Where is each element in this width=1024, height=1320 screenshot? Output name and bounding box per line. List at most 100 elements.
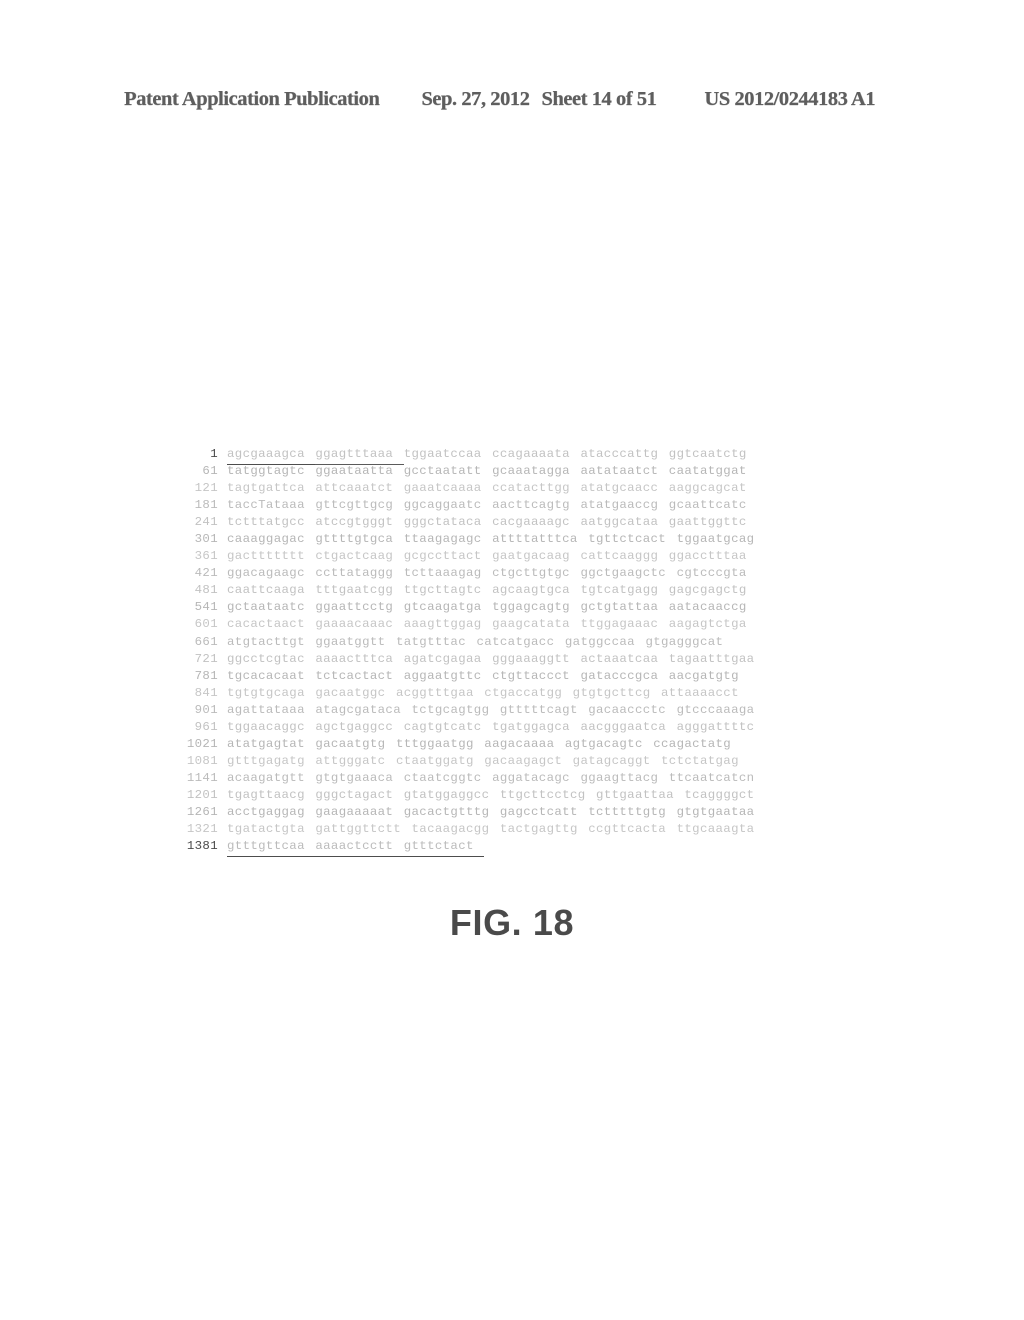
sequence-line-number: 721	[194, 651, 218, 666]
sequence-column: tgatggagca	[492, 719, 570, 734]
sequence-line-columns: atgtacttgt ggaatggtt tatgtttac catcatgacc ga…	[227, 634, 842, 651]
sequence-line-number: 181	[194, 498, 218, 513]
sequence-column: tttggaatgg	[395, 736, 474, 751]
sequence-line: 541 gctaataatc ggaattcctg gtcaagatga tggagca…	[182, 599, 842, 616]
sequence-column: cacactaact	[227, 617, 305, 632]
sequence-line-number: 1021	[186, 736, 218, 751]
sequence-column: ttggagaaac	[580, 617, 659, 632]
sequence-column: ggaatggtt	[315, 634, 386, 649]
sequence-column: gttcgttgcg	[315, 498, 394, 513]
sequence-line-columns: cacactaact gaaaacaaac aaagttggag gaagcatata…	[227, 616, 842, 633]
sequence-column: gtcccaaaga	[676, 702, 755, 717]
sequence-column: gacttttttt	[227, 549, 305, 564]
publication-header: Patent Application Publication Sep. 27, …	[124, 88, 900, 118]
sequence-column: tggaatgcag	[676, 532, 755, 547]
sequence-column: tctttttgtg	[588, 804, 667, 819]
sequence-column: tctgcagtgg	[411, 702, 490, 717]
sequence-column: aaaactttca	[315, 651, 394, 666]
sequence-line: 1381 gtttgttcaa aaaactcctt gtttctact	[182, 838, 842, 857]
sequence-column: ccgttcacta	[588, 822, 667, 837]
sequence-column: aggaatgttc	[403, 668, 482, 683]
sequence-column: ggtcaatctg	[668, 447, 747, 461]
sequence-line-number: 61	[202, 464, 218, 479]
sequence-line-columns: acctgaggag gaagaaaaat gacactgtttg gagcctcat…	[227, 804, 842, 821]
sequence-line-columns: tagtgattca attcaaatct gaaatcaaaa ccatacttgg…	[227, 480, 842, 497]
sequence-column: ggaagttacg	[580, 770, 659, 785]
sequence-line-columns: agcgaaagca ggagtttaaa tggaatccaa ccagaaaata…	[227, 446, 842, 465]
sequence-line-number: 421	[194, 566, 218, 581]
sequence-line-number: 241	[194, 515, 218, 530]
sequence-column: ctgcttgtgc	[492, 566, 570, 581]
sequence-column: gtgtgaaaca	[315, 770, 394, 785]
sequence-column: ggctgaagctc	[580, 566, 667, 581]
sequence-column: gtcaagatga	[403, 600, 482, 615]
sequence-line-number: 781	[194, 668, 218, 683]
sequence-line: 661 atgtacttgt ggaatggtt tatgtttac catcatgac…	[182, 634, 842, 651]
sequence-column: ctaatggatg	[395, 753, 474, 768]
sequence-column: ttcaatcatcn	[668, 770, 755, 785]
sequence-column: gaagcatata	[492, 617, 570, 632]
sequence-column: aggatacagc	[492, 770, 570, 785]
sequence-column: attaaaacct	[661, 685, 739, 700]
sequence-column: gcctaatatt	[403, 464, 482, 479]
sequence-column: agattataaa	[227, 702, 305, 717]
sequence-column: tcttaaagag	[403, 566, 482, 581]
sequence-column: ggcaggaatc	[403, 498, 482, 513]
sequence-line-number: 1321	[186, 822, 218, 837]
sequence-column: gacaatgtg	[315, 736, 386, 751]
sequence-column: catcatgacc	[476, 634, 555, 649]
sequence-column: gttgaattaa	[596, 787, 674, 802]
sequence-line-columns: taccTataaa gttcgttgcg ggcaggaatc aacttcagtg…	[227, 497, 842, 514]
sequence-line-number: 1261	[186, 804, 218, 819]
sequence-column: gacaaccctc	[588, 702, 667, 717]
sequence-line-number: 481	[194, 583, 218, 598]
sequence-line: 901 agattataaa atagcgataca tctgcagtgg gttttt…	[182, 702, 842, 719]
header-publication-title: Patent Application Publication	[124, 88, 380, 110]
sequence-column: ggacctttaa	[668, 549, 747, 564]
sequence-line: 301 caaaggagac gttttgtgca ttaagagagc attttat…	[182, 531, 842, 548]
sequence-line: 181 taccTataaa gttcgttgcg ggcaggaatc aacttca…	[182, 497, 842, 514]
sequence-column: ctgactcaag	[315, 549, 394, 564]
figure-caption: FIG. 18	[449, 902, 575, 943]
sequence-line: 121 tagtgattca attcaaatct gaaatcaaaa ccatact…	[182, 480, 842, 497]
sequence-line: 961 tggaacaggc agctgaggcc cagtgtcatc tgatgga…	[182, 719, 842, 736]
sequence-column: gagcctcatt	[499, 804, 578, 819]
sequence-line: 1021 atatgagtat gacaatgtg tttggaatgg aagacaa…	[182, 736, 842, 753]
sequence-column: gacaatggc	[315, 685, 386, 700]
sequence-column: caatatggat	[668, 464, 747, 479]
sequence-line: 841 tgtgtgcaga gacaatggc acggtttgaa ctgaccat…	[182, 685, 842, 702]
sequence-column: ttgcttagtc	[403, 583, 482, 598]
sequence-line: 1 agcgaaagca ggagtttaaa tggaatccaa ccagaaaat…	[182, 446, 842, 465]
sequence-column: gcaattcatc	[668, 498, 747, 513]
sequence-column: atagcgataca	[315, 702, 402, 717]
sequence-line-number: 1081	[186, 753, 218, 768]
sequence-column: ttgcttcctcg	[499, 787, 586, 802]
sequence-column: tacaagacgg	[411, 822, 490, 837]
sequence-column: taccTataaa	[227, 498, 305, 513]
sequence-line-number: 541	[194, 600, 218, 615]
sequence-line-columns: gacttttttt ctgactcaag gcgccttact gaatgacaag…	[227, 548, 842, 565]
sequence-column: ctgttaccct	[492, 668, 570, 683]
sequence-column: tactgagttg	[499, 822, 578, 837]
sequence-line: 481 caattcaaga tttgaatcgg ttgcttagtc agcaagt…	[182, 582, 842, 599]
sequence-column: gggctataca	[403, 515, 482, 530]
sequence-line-number: 1	[210, 447, 218, 461]
sequence-column: gattggttctt	[315, 822, 402, 837]
sequence-column: agctgaggcc	[315, 719, 394, 734]
sequence-column: gcgccttact	[403, 549, 482, 564]
sequence-column: tggagcagtg	[492, 600, 570, 615]
sequence-column: gaattggttc	[668, 515, 747, 530]
sequence-column: caattcaaga	[227, 583, 305, 598]
sequence-line-columns: agattataaa atagcgataca tctgcagtgg gtttttcag…	[227, 702, 842, 719]
sequence-line-columns: ggacagaagc ccttataggg tcttaaagag ctgcttgtgc…	[227, 565, 842, 582]
sequence-line: 781 tgcacacaat tctcactact aggaatgttc ctgttac…	[182, 668, 842, 685]
sequence-line: 601 cacactaact gaaaacaaac aaagttggag gaagcat…	[182, 616, 842, 633]
sequence-column: tagtgattca	[227, 481, 305, 496]
sequence-column: tggaacaggc	[227, 719, 305, 734]
sequence-line-columns: gtttgttcaa aaaactcctt gtttctact	[227, 838, 842, 857]
sequence-line-columns: caaaggagac gttttgtgca ttaagagagc attttatttc…	[227, 531, 842, 548]
sequence-line: 1261 acctgaggag gaagaaaaat gacactgtttg gagcc…	[182, 804, 842, 821]
sequence-column: aatacaaccg	[668, 600, 747, 615]
sequence-line: 1321 tgatactgta gattggttctt tacaagacgg tactg…	[182, 821, 842, 838]
sequence-column: ggaattcctg	[315, 600, 394, 615]
